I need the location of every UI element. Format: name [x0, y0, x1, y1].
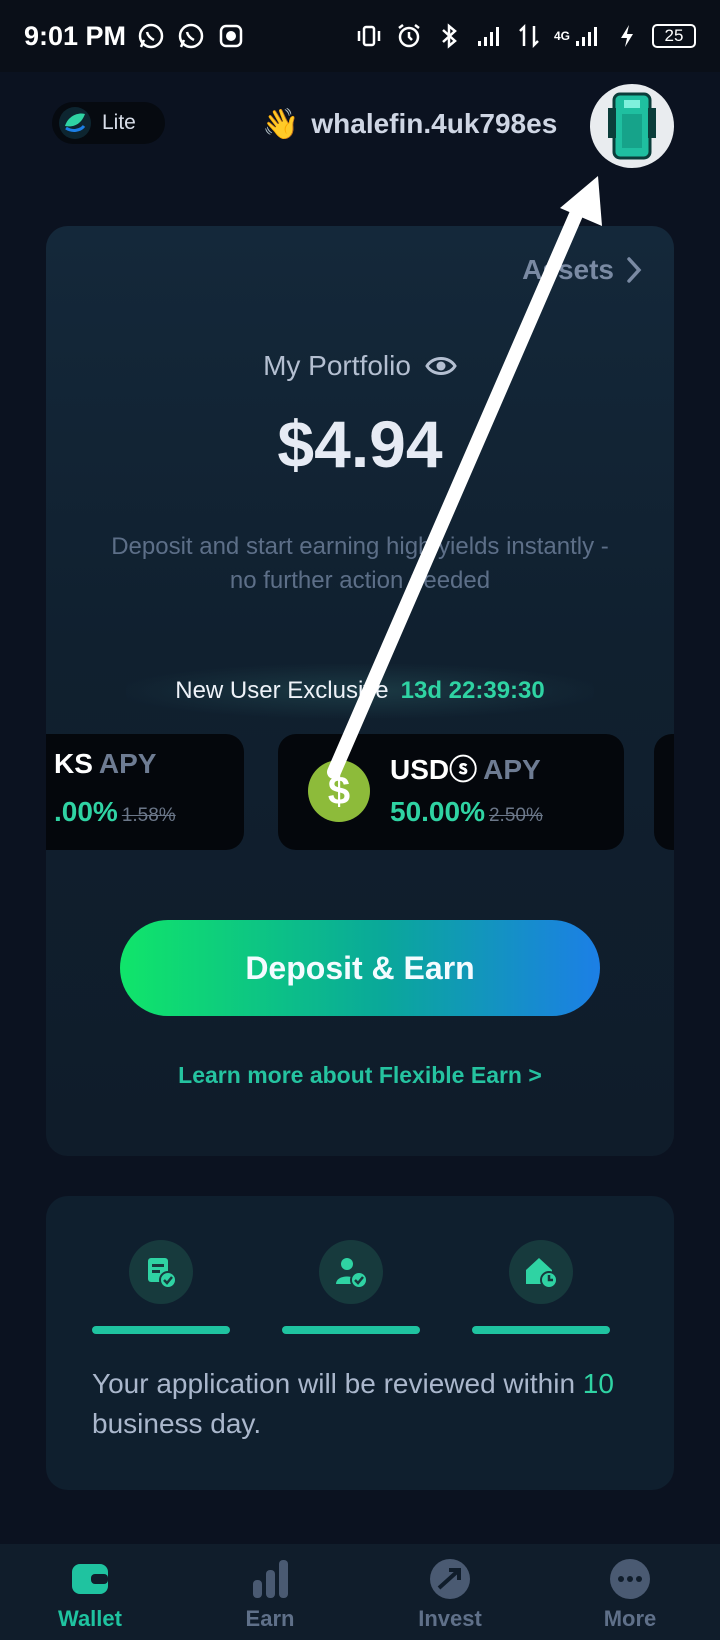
- apy-card[interactable]: KS APY .00% 1.58%: [46, 734, 244, 850]
- apy-card-title: USDⓢ APY: [390, 748, 541, 788]
- battery-level: 25: [652, 24, 696, 48]
- step-progress-bar: [472, 1326, 610, 1334]
- review-step: [92, 1240, 230, 1334]
- charging-icon: [621, 25, 633, 47]
- apy-word: APY: [98, 748, 157, 779]
- greeting: 👋 whalefin.4uk798es: [262, 102, 557, 146]
- bluetooth-icon: [442, 23, 457, 49]
- bar-chart-icon: [253, 1560, 288, 1598]
- wallet-icon: [72, 1564, 108, 1594]
- assets-label: Assets: [522, 254, 614, 285]
- network-type: 4G: [553, 29, 570, 43]
- more-dots-icon: [610, 1559, 650, 1599]
- usd-coin-icon: $: [308, 760, 370, 822]
- apy-card-title: KS APY: [54, 748, 156, 780]
- portfolio-title-text: My Portfolio: [263, 350, 411, 381]
- portfolio-value: $4.94: [277, 407, 443, 481]
- whatsapp-icon: [138, 23, 164, 49]
- portfolio-description: Deposit and start earning high yields in…: [111, 533, 609, 594]
- avatar[interactable]: [590, 84, 674, 168]
- nav-earn-label: Earn: [245, 1606, 295, 1631]
- status-bar: 9:01 PM 4G 25: [0, 0, 720, 72]
- lite-label: Lite: [102, 111, 136, 134]
- step-progress-bar: [92, 1326, 230, 1334]
- eye-icon[interactable]: [425, 354, 457, 378]
- status-time: 9:01 PM: [24, 20, 127, 51]
- review-text-after: business day.: [92, 1408, 262, 1439]
- nav-invest[interactable]: Invest: [370, 1544, 530, 1632]
- learn-more-link[interactable]: Learn more about Flexible Earn >: [46, 1062, 674, 1089]
- crypto-app-icon: [219, 24, 243, 48]
- chevron-right-icon: [627, 257, 642, 283]
- trend-arrow-icon: [430, 1559, 470, 1599]
- step-icon-wrap: [319, 1240, 383, 1304]
- robot-avatar-icon: [608, 92, 656, 160]
- portfolio-title: My Portfolio: [46, 350, 674, 382]
- application-review-card: Your application will be reviewed within…: [46, 1196, 674, 1490]
- arrow-head: [560, 176, 602, 226]
- status-left: 9:01 PM: [24, 21, 246, 52]
- apy-rate: 50.00%: [390, 796, 485, 827]
- whatsapp-icon: [178, 23, 204, 49]
- username: whalefin.4uk798es: [311, 108, 558, 139]
- step-icon-wrap: [129, 1240, 193, 1304]
- apy-rate-row: .00% 1.58%: [54, 796, 176, 828]
- portfolio-card: Assets My Portfolio $4.94 Deposit and st…: [46, 226, 674, 1156]
- app-header: Lite 👋 whalefin.4uk798es: [0, 72, 720, 182]
- review-step: [472, 1240, 610, 1334]
- nav-wallet-label: Wallet: [58, 1606, 122, 1631]
- data-arrows-icon: [519, 23, 539, 49]
- signal-icon: [477, 27, 499, 46]
- nav-invest-label: Invest: [418, 1606, 482, 1631]
- exclusive-label: New User Exclusive: [175, 677, 389, 704]
- apy-old-rate: 1.58%: [121, 805, 176, 826]
- new-user-exclusive-banner: New User Exclusive 13d 22:39:30: [126, 664, 594, 718]
- apy-symbol: KS: [54, 748, 93, 779]
- document-check-icon: [148, 1258, 177, 1289]
- apy-carousel[interactable]: KS APY .00% 1.58% $ USDⓢ APY 50.00% 2.50%: [46, 734, 674, 850]
- review-step: [282, 1240, 420, 1334]
- nav-wallet[interactable]: Wallet: [10, 1544, 170, 1632]
- assets-link[interactable]: Assets: [522, 254, 644, 286]
- lite-mode-toggle[interactable]: Lite: [52, 102, 165, 144]
- signal-icon: [576, 27, 597, 46]
- nav-more[interactable]: More: [550, 1544, 710, 1632]
- app-logo-icon: [59, 107, 91, 139]
- review-days: 10: [582, 1368, 614, 1399]
- home-clock-icon: [526, 1258, 558, 1289]
- review-message: Your application will be reviewed within…: [92, 1364, 632, 1444]
- bottom-nav: Wallet Earn Invest More: [0, 1544, 720, 1640]
- vibrate-icon: [357, 25, 381, 47]
- exclusive-timer: 13d 22:39:30: [400, 677, 545, 704]
- alarm-icon: [398, 24, 420, 48]
- review-steps: [92, 1240, 630, 1334]
- apy-card[interactable]: $ USDⓢ APY 50.00% 2.50%: [278, 734, 624, 850]
- step-progress-bar: [282, 1326, 420, 1334]
- user-check-icon: [336, 1258, 368, 1289]
- apy-card[interactable]: [654, 734, 674, 850]
- apy-symbol: USDⓢ: [390, 754, 478, 785]
- waving-hand-icon: 👋: [262, 107, 300, 141]
- apy-rate: .00%: [54, 796, 118, 827]
- nav-earn[interactable]: Earn: [190, 1544, 350, 1632]
- apy-old-rate: 2.50%: [488, 805, 543, 826]
- nav-more-label: More: [603, 1606, 657, 1631]
- apy-rate-row: 50.00% 2.50%: [390, 796, 543, 828]
- deposit-earn-button[interactable]: Deposit & Earn: [120, 920, 600, 1016]
- status-right: 4G 25: [354, 21, 696, 51]
- step-icon-wrap: [509, 1240, 573, 1304]
- apy-word: APY: [483, 754, 541, 785]
- review-text-before: Your application will be reviewed within: [92, 1368, 583, 1399]
